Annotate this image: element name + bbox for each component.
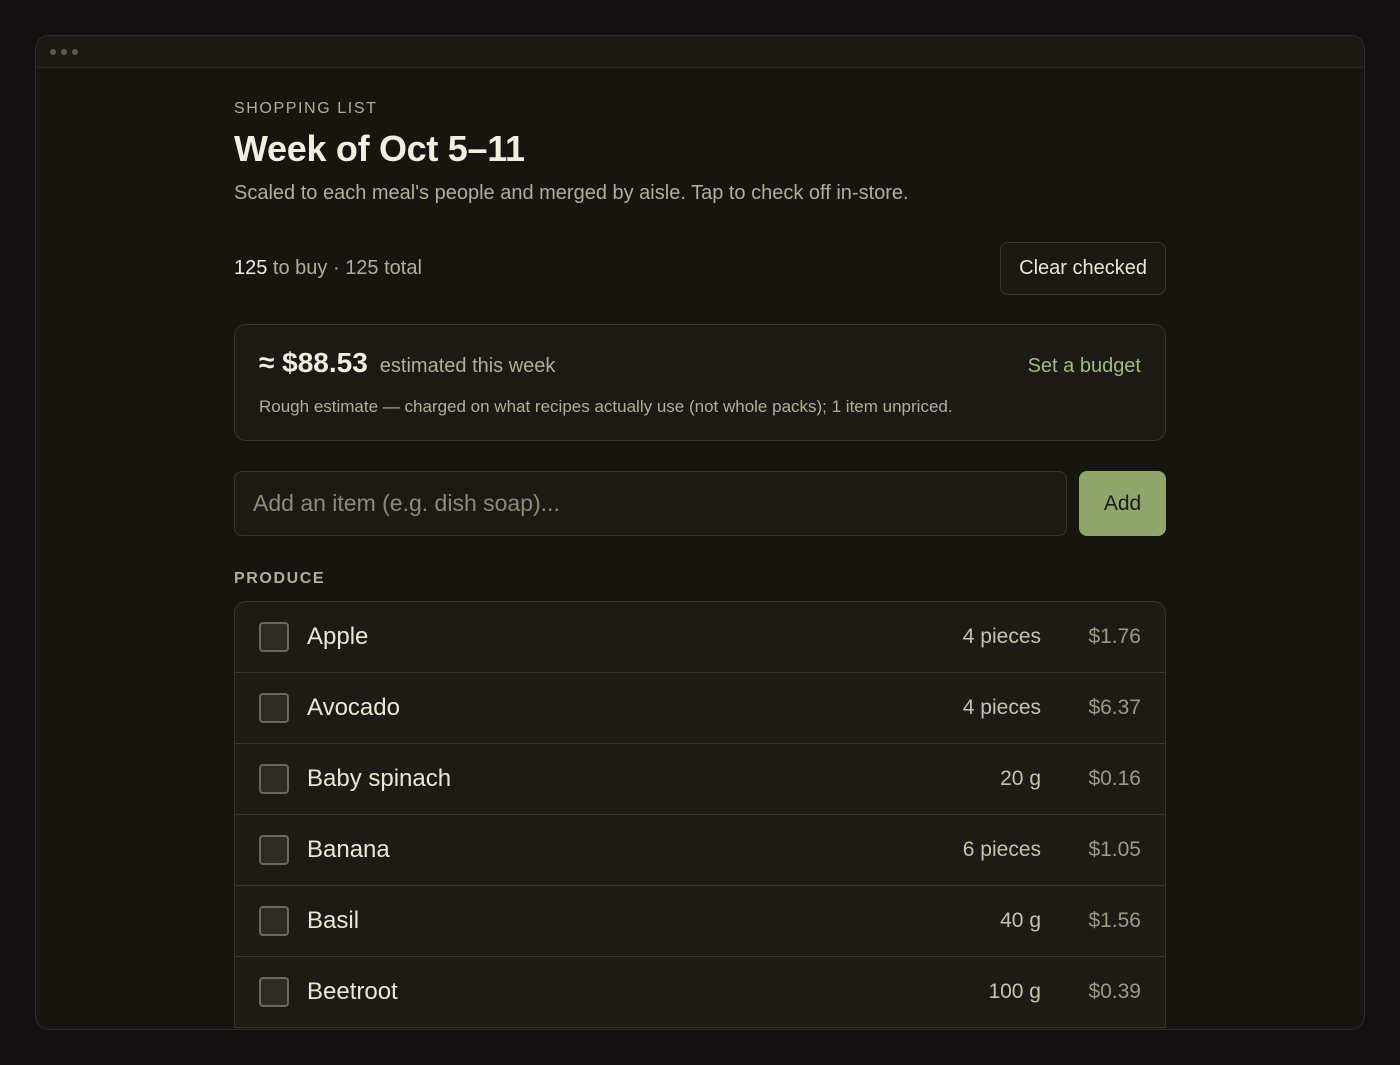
item-quantity: 4 pieces (962, 696, 1041, 719)
set-budget-link[interactable]: Set a budget (1028, 355, 1141, 378)
list-item[interactable]: Banana 6 pieces $1.05 (235, 815, 1165, 886)
summary-row: 125 to buy · 125 total Clear checked (234, 241, 1166, 295)
list-item[interactable]: Basil 40 g $1.56 (235, 886, 1165, 957)
page-eyebrow: SHOPPING LIST (234, 100, 378, 117)
produce-list: Apple 4 pieces $1.76 Avocado 4 pieces $6… (234, 601, 1166, 1028)
page-subtitle: Scaled to each meal's people and merged … (234, 182, 909, 204)
item-quantity: 4 pieces (962, 625, 1041, 648)
estimate-label: estimated this week (379, 355, 556, 377)
clear-checked-button[interactable]: Clear checked (1000, 241, 1166, 295)
item-counts: 125 to buy · 125 total (234, 257, 422, 280)
window-dot-icon (72, 48, 78, 55)
item-name: Apple (307, 623, 369, 650)
item-price: $1.05 (1088, 838, 1141, 861)
item-name: Banana (307, 836, 390, 863)
estimate-note: Rough estimate — charged on what recipes… (259, 397, 953, 416)
counts-label: to buy · 125 total (267, 256, 422, 279)
add-item-row: Add (234, 471, 1166, 536)
window-titlebar (36, 36, 1364, 68)
item-checkbox[interactable] (259, 622, 289, 652)
page-title: Week of Oct 5–11 (234, 128, 525, 169)
item-name: Basil (307, 907, 360, 934)
item-checkbox[interactable] (259, 906, 289, 936)
item-checkbox[interactable] (259, 764, 289, 794)
to-buy-count: 125 (234, 256, 268, 279)
item-quantity: 20 g (1000, 767, 1041, 790)
item-price: $1.56 (1088, 909, 1141, 932)
add-item-input[interactable] (234, 471, 1067, 536)
item-quantity: 6 pieces (962, 838, 1041, 861)
list-item[interactable]: Baby spinach 20 g $0.16 (235, 744, 1165, 815)
item-name: Beetroot (307, 978, 398, 1005)
window-dot-icon (50, 48, 56, 55)
add-item-button[interactable]: Add (1079, 471, 1166, 536)
item-price: $0.16 (1088, 767, 1141, 790)
section-title-produce: PRODUCE (234, 570, 326, 587)
item-checkbox[interactable] (259, 693, 289, 723)
list-item[interactable]: Avocado 4 pieces $6.37 (235, 673, 1165, 744)
item-name: Baby spinach (307, 765, 452, 792)
item-price: $6.37 (1088, 696, 1141, 719)
list-item[interactable]: Apple 4 pieces $1.76 (235, 602, 1165, 673)
main-content: SHOPPING LIST Week of Oct 5–11 Scaled to… (234, 68, 1166, 1028)
item-checkbox[interactable] (259, 977, 289, 1007)
list-item[interactable]: Beetroot 100 g $0.39 (235, 957, 1165, 1028)
estimate-card: ≈ $88.53 estimated this week Set a budge… (234, 324, 1166, 441)
item-quantity: 40 g (1000, 909, 1041, 932)
item-price: $1.76 (1088, 625, 1141, 648)
item-quantity: 100 g (988, 980, 1041, 1003)
item-price: $0.39 (1088, 980, 1141, 1003)
item-checkbox[interactable] (259, 835, 289, 865)
estimate-amount: ≈ $88.53 (259, 347, 368, 378)
item-name: Avocado (307, 694, 400, 721)
window-dot-icon (61, 48, 67, 55)
app-window: SHOPPING LIST Week of Oct 5–11 Scaled to… (35, 35, 1365, 1030)
